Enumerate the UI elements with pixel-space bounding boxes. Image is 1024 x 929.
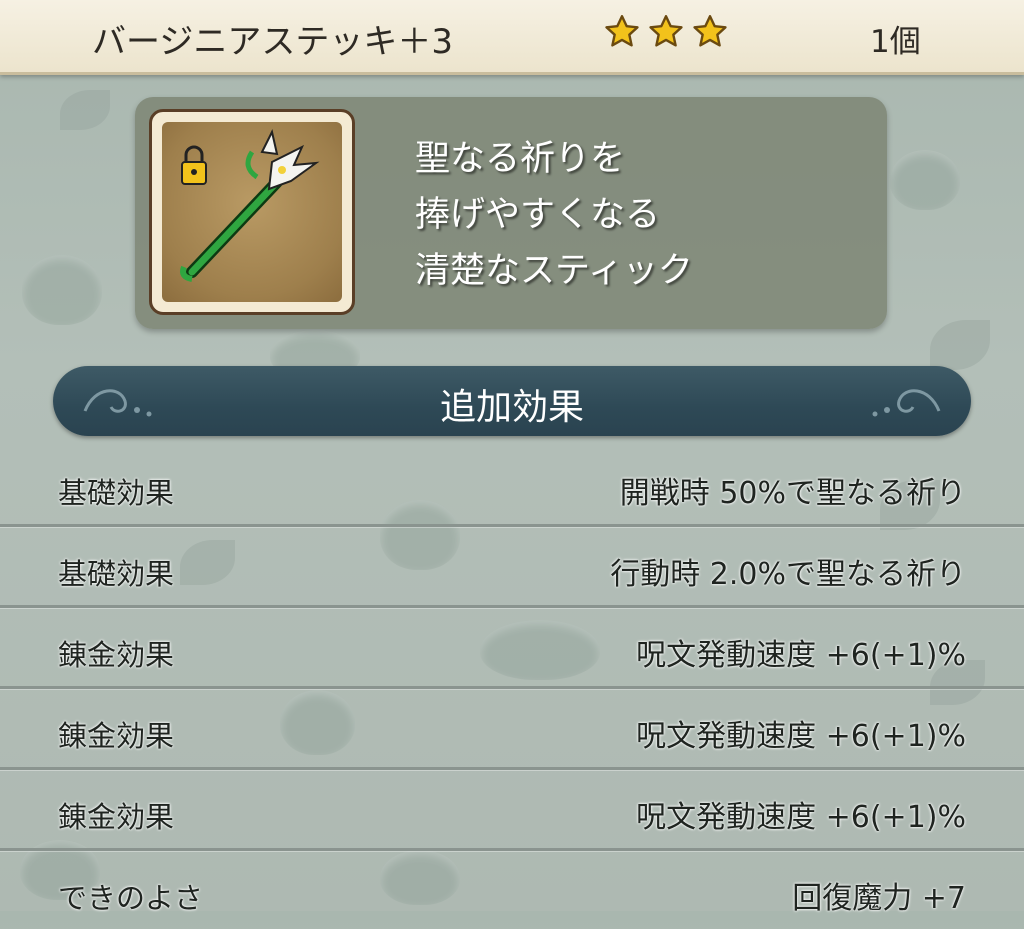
effect-value: 呪文発動速度 +6(+1)%: [636, 719, 966, 754]
star-icon: [693, 15, 727, 47]
effect-row: 錬金効果 呪文発動速度 +6(+1)%: [0, 770, 1024, 851]
star-icon: [649, 15, 683, 47]
effect-label: 錬金効果: [58, 638, 175, 672]
item-description: 聖なる祈りを 捧げやすくなる 清楚なスティック: [415, 131, 693, 299]
description-line: 清楚なスティック: [415, 251, 693, 291]
effect-row: 基礎効果 行動時 2.0%で聖なる祈り: [0, 527, 1024, 608]
effect-row: 錬金効果 呪文発動速度 +6(+1)%: [0, 689, 1024, 770]
item-icon-frame[interactable]: [149, 109, 355, 315]
star-icon: [605, 15, 639, 47]
ornament-swirl-icon: [872, 389, 941, 417]
description-line: 聖なる祈りを: [415, 139, 626, 179]
effect-value: 開戦時 50%で聖なる祈り: [619, 476, 966, 511]
item-header: バージニアステッキ＋3 1個: [0, 0, 1024, 75]
item-count: 1個: [870, 24, 921, 60]
item-detail-card: 聖なる祈りを 捧げやすくなる 清楚なスティック: [135, 97, 887, 329]
rarity-stars: [604, 14, 728, 50]
description-line: 捧げやすくなる: [415, 195, 661, 235]
effect-value: 回復魔力 +7: [792, 881, 966, 916]
section-header-bar: 追加効果: [53, 366, 971, 436]
effect-value: 呪文発動速度 +6(+1)%: [636, 638, 966, 673]
effects-list: 基礎効果 開戦時 50%で聖なる祈り 基礎効果 行動時 2.0%で聖なる祈り 錬…: [0, 446, 1024, 929]
effect-label: 基礎効果: [58, 557, 175, 591]
section-title: 追加効果: [439, 387, 584, 428]
effect-label: 錬金効果: [58, 800, 175, 834]
effect-value: 行動時 2.0%で聖なる祈り: [610, 557, 966, 592]
effect-row: できのよさ 回復魔力 +7: [0, 851, 1024, 929]
effect-row: 基礎効果 開戦時 50%で聖なる祈り: [0, 446, 1024, 527]
lily-staff-with-lock-icon: [180, 129, 320, 282]
effect-value: 呪文発動速度 +6(+1)%: [636, 800, 966, 835]
item-name: バージニアステッキ＋3: [92, 22, 453, 62]
effect-label: 基礎効果: [58, 476, 175, 510]
effect-row: 錬金効果 呪文発動速度 +6(+1)%: [0, 608, 1024, 689]
effect-label: 錬金効果: [58, 719, 175, 753]
